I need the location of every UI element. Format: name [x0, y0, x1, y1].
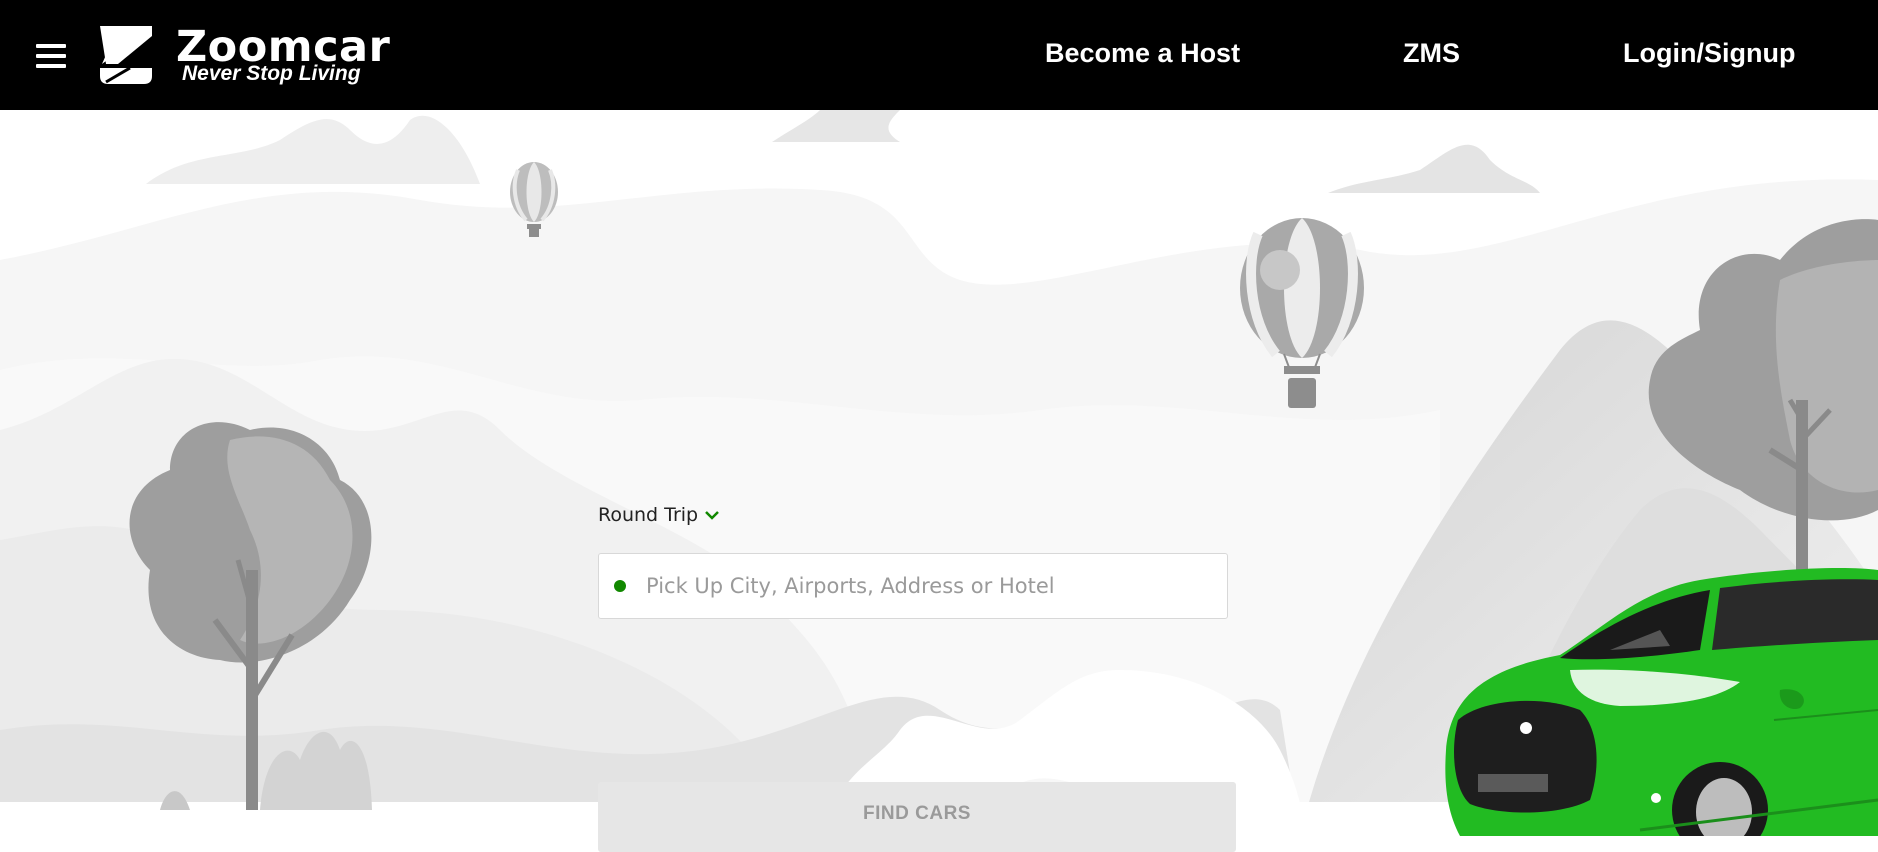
zoomcar-logo[interactable]: Zoomcar Never Stop Living: [96, 22, 390, 86]
hamburger-menu-icon[interactable]: [36, 44, 66, 68]
trip-type-label: Round Trip: [598, 504, 699, 526]
hero-illustration: [0, 110, 1878, 836]
find-cars-button[interactable]: FIND CARS: [598, 782, 1236, 852]
become-host-link[interactable]: Become a Host: [1045, 38, 1240, 69]
zms-link[interactable]: ZMS: [1403, 38, 1460, 69]
zoomcar-logo-mark-icon: [100, 26, 152, 84]
login-signup-link[interactable]: Login/Signup: [1623, 38, 1795, 69]
chevron-down-icon: [705, 511, 720, 520]
pickup-location-input[interactable]: [644, 573, 1227, 599]
landscape-illustration: [0, 110, 1878, 836]
pickup-location-field[interactable]: [598, 553, 1228, 619]
top-navigation-bar: Zoomcar Never Stop Living Become a Host …: [0, 0, 1878, 110]
logo-tagline: Never Stop Living: [182, 62, 361, 85]
green-dot-icon: [614, 580, 626, 592]
trip-type-dropdown[interactable]: Round Trip: [598, 504, 720, 526]
